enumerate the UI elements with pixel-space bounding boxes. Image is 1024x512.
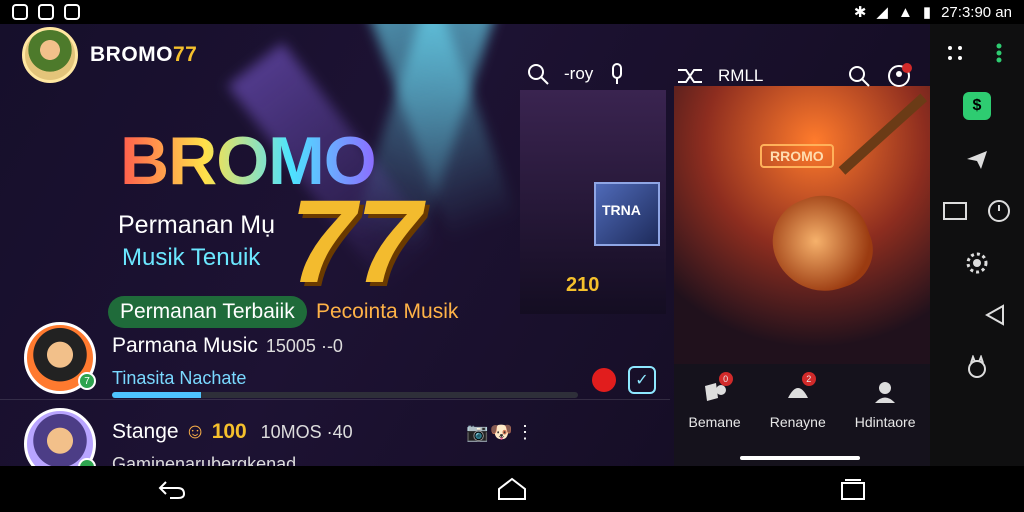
cards-icon: 0 (699, 372, 733, 406)
profile-icon (888, 63, 913, 87)
shuffle-icon (678, 69, 702, 83)
camera-icon[interactable]: 📷 (466, 422, 488, 443)
grid-icon[interactable] (942, 40, 968, 66)
hero-pill[interactable]: Permanan Terbaiik (108, 296, 307, 328)
nav-home-button[interactable] (492, 475, 532, 503)
search-button[interactable] (526, 62, 550, 86)
track-name: Parmana Music (112, 334, 258, 357)
verify-button[interactable]: ✓ (628, 366, 656, 394)
profile-avatar[interactable] (22, 27, 78, 83)
app-window: BROMO77 -roy RMLL BROMO 77 Permanan Mụ M… (0, 24, 930, 466)
dock-indicator (740, 456, 860, 460)
dock-badge: 0 (718, 372, 733, 386)
dock-item-bemane[interactable]: 0 Bemane (688, 372, 741, 430)
user-icon (869, 378, 901, 406)
profile-button[interactable] (885, 62, 913, 90)
featured-card-b[interactable]: RROMO (674, 86, 930, 364)
track-meta: 15005 ·-0 (265, 336, 343, 356)
nav-back-button[interactable] (151, 475, 191, 503)
search-icon (849, 66, 871, 87)
toolbar-right-label: RMLL (718, 66, 764, 85)
stage-screen: TRNA (594, 182, 660, 246)
hero-subtitle-2: Musik Tenuik (122, 244, 261, 271)
search-button-2[interactable] (847, 64, 871, 88)
dock-label: Renayne (769, 414, 826, 430)
card-label: RROMO (760, 144, 834, 168)
mic-icon (612, 63, 623, 84)
recents-icon (841, 479, 866, 500)
status-bar: ✱ ◢ ▲ ▮ 27:3:90 an (0, 0, 1024, 24)
status-left-icons (12, 4, 80, 20)
dock-item-hdintaore[interactable]: Hdintaore (854, 378, 916, 430)
toolbar-label: -roy (564, 64, 594, 83)
track-name: Stange (112, 420, 179, 443)
brand-suffix: 77 (173, 43, 198, 66)
guitar-illustration (760, 182, 884, 306)
back-triangle-icon[interactable] (982, 302, 1008, 328)
brand-prefix: BROMO (90, 43, 173, 66)
track-progress-fill (112, 392, 201, 398)
featured-card-a[interactable]: TRNA 210 (520, 90, 666, 314)
notification-icon-1 (12, 4, 28, 20)
notification-icon-3 (64, 4, 80, 20)
status-time: 27:3:90 an (941, 3, 1012, 21)
dock-label: Bemane (688, 414, 741, 430)
wifi-icon: ◢ (876, 4, 888, 21)
toolbar-right: RMLL (676, 62, 913, 90)
hero-subtitle-1: Permanan Mụ (118, 211, 276, 239)
home-icon: 2 (782, 372, 816, 406)
mic-button[interactable] (607, 62, 627, 86)
search-icon (528, 64, 549, 85)
toolbar-left: -roy (526, 62, 627, 86)
gear-icon[interactable] (964, 250, 990, 276)
more-vert-icon[interactable] (986, 40, 1012, 66)
nav-recents-button[interactable] (833, 475, 873, 503)
side-rail-top (942, 40, 1012, 66)
emoji-icon: ☺ (184, 420, 206, 443)
track-progress[interactable] (112, 392, 578, 398)
status-right: ✱ ◢ ▲ ▮ 27:3:90 an (853, 3, 1012, 22)
hero-alt-text: Pecointa Musik (316, 300, 459, 323)
track-subtitle: Gaminenarubergkenad (112, 454, 297, 466)
dock-badge: 2 (801, 372, 816, 386)
stage-screen-text: TRNA (602, 202, 641, 218)
card-number: 210 (566, 274, 600, 296)
side-rail-mid (942, 198, 1012, 224)
hero-number: 77 (290, 176, 422, 308)
list-item[interactable]: 7 Parmana Music 15005 ·-0 Tinasita Nachat… (0, 314, 670, 400)
signal-icon: ▲ (897, 3, 913, 21)
cat-icon[interactable] (964, 354, 990, 380)
send-icon[interactable] (964, 146, 990, 172)
clock-icon[interactable] (986, 198, 1012, 224)
system-nav-bar (0, 466, 1024, 512)
online-badge (78, 458, 96, 466)
dock-label: Hdintaore (854, 414, 916, 430)
track-list: 7 Parmana Music 15005 ·-0 Tinasita Nachat… (0, 314, 670, 466)
track-title: Stange ☺ 100 10MOS ·40 (112, 420, 353, 444)
home-shape-icon (497, 477, 526, 500)
app-icon[interactable]: $ (963, 92, 991, 120)
record-button[interactable] (592, 368, 616, 392)
brand-logo: BROMO77 (90, 43, 197, 67)
back-arrow-icon (158, 481, 185, 499)
list-item[interactable]: Stange ☺ 100 10MOS ·40 Gaminenarubergken… (0, 400, 670, 466)
bluetooth-icon: ✱ (853, 4, 867, 21)
window-icon[interactable] (942, 198, 968, 224)
side-rail: $ (930, 24, 1024, 466)
track-title: Parmana Music 15005 ·-0 (112, 334, 343, 358)
battery-icon: ▮ (922, 4, 932, 21)
guitar-neck (838, 93, 928, 175)
online-badge: 7 (78, 372, 96, 390)
bottom-dock: 0 Bemane 2 Renayne Hdintaore (674, 364, 930, 466)
shuffle-button[interactable] (676, 64, 704, 88)
notification-icon-2 (38, 4, 54, 20)
track-meta: 10MOS ·40 (260, 422, 353, 442)
mascot-icon[interactable]: 🐶 (490, 422, 512, 443)
track-count: 100 (211, 420, 247, 443)
dock-item-renayne[interactable]: 2 Renayne (769, 372, 826, 430)
track-subtitle: Tinasita Nachate (112, 368, 247, 388)
more-icon[interactable]: ⋮ (516, 422, 534, 443)
